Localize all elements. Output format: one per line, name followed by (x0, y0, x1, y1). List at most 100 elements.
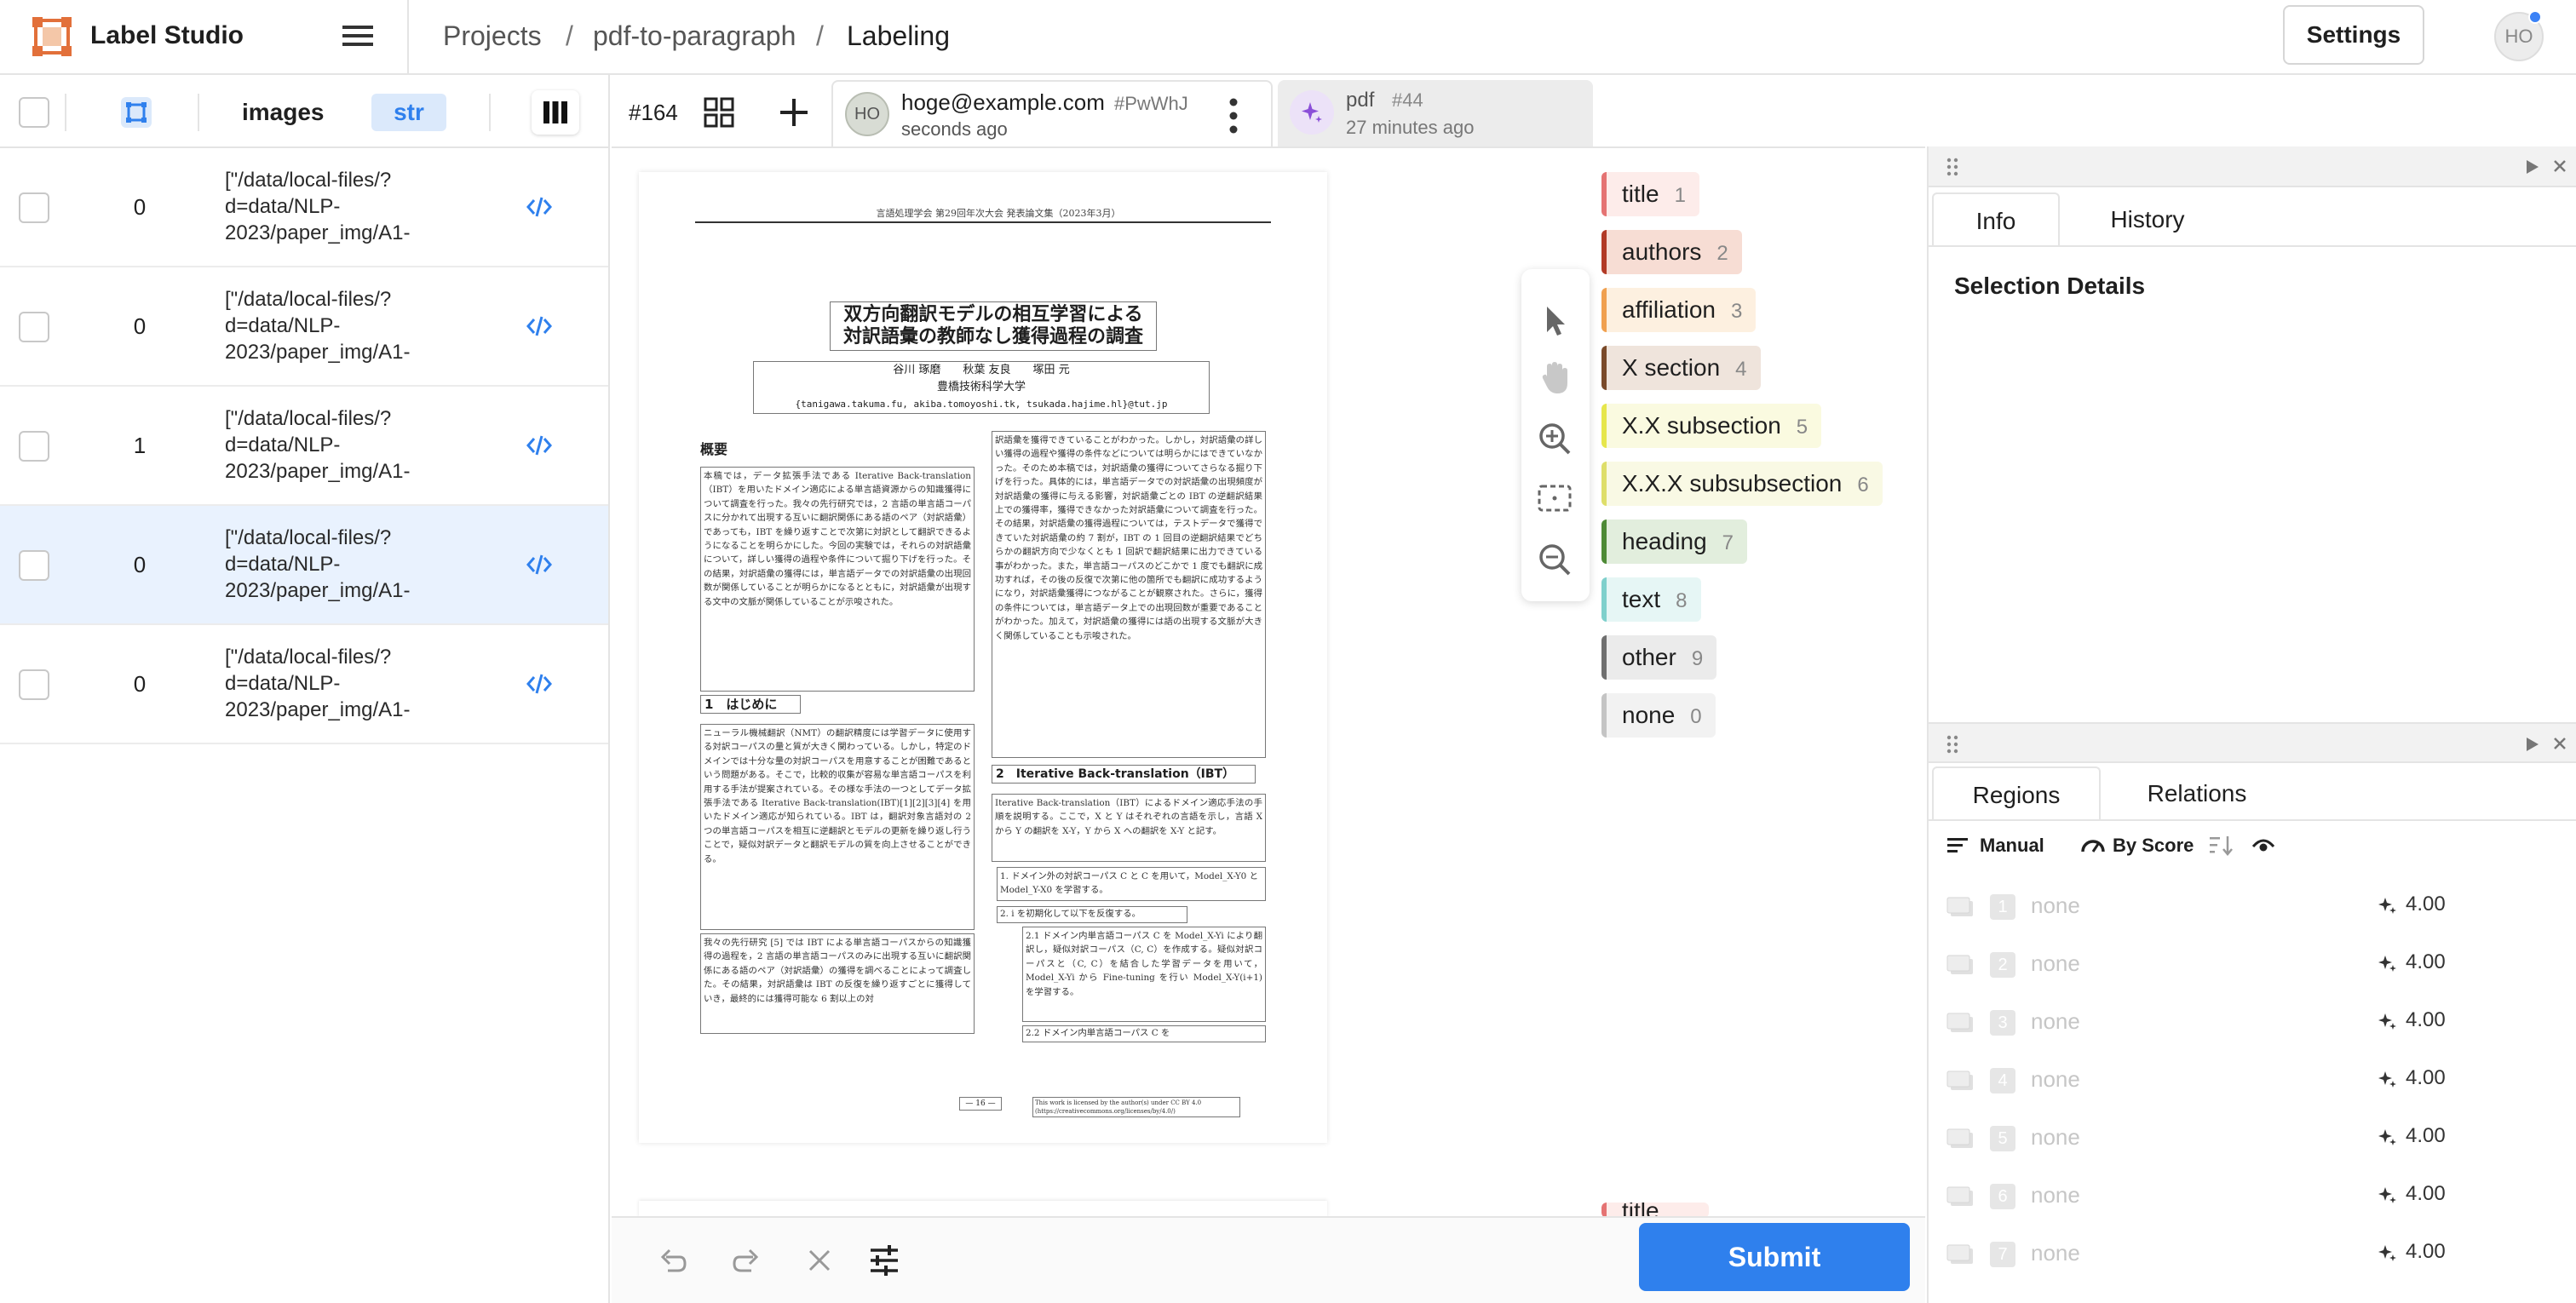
doc-license[interactable]: This work is licensed by the author(s) u… (1032, 1097, 1240, 1117)
label-x-x-subsection[interactable]: X.X subsection 5 (1601, 404, 1822, 448)
region-row[interactable]: 1 none 4.00 (1929, 877, 2576, 935)
menu-icon[interactable] (341, 20, 375, 51)
zoom-in-icon[interactable] (1535, 419, 1574, 458)
score-gauge-icon[interactable] (2080, 835, 2106, 855)
label-other[interactable]: other 9 (1601, 635, 1717, 680)
region-label: none (2031, 1182, 2080, 1208)
row-checkbox[interactable] (19, 550, 49, 581)
reset-icon[interactable] (806, 1247, 833, 1274)
code-icon[interactable] (526, 194, 552, 220)
label-heading[interactable]: heading 7 (1601, 519, 1748, 564)
annotation-tab[interactable]: HO hoge@example.com #PwWhJ seconds ago (831, 80, 1273, 146)
order-manual[interactable]: Manual (1980, 833, 2044, 858)
info-panel-header[interactable] (1929, 146, 2576, 187)
doc-section2-heading[interactable]: 2 Iterative Back-translation（IBT） (992, 765, 1256, 784)
tab-history[interactable]: History (2075, 192, 2220, 247)
label-text[interactable]: text 8 (1601, 577, 1701, 622)
label-studio-logo-icon[interactable] (32, 17, 72, 56)
doc-step22[interactable]: 2.2 ドメイン内単言語コーパス C を (1022, 1025, 1266, 1042)
sort-direction-icon[interactable] (2210, 835, 2234, 857)
tab-regions[interactable]: Regions (1932, 766, 2101, 821)
column-id-icon[interactable] (121, 97, 152, 128)
collapse-icon[interactable] (2525, 158, 2540, 175)
doc-section2-text[interactable]: Iterative Back-translation（IBT）によるドメイン適応… (992, 794, 1266, 862)
sort-by-score[interactable]: By Score (2113, 833, 2194, 858)
doc-abstract[interactable]: 本稿では，データ拡張手法である Iterative Back-translati… (700, 467, 975, 692)
doc-section1-text[interactable]: ニューラル機械翻訳（NMT）の翻訳精度には学習データに使用する対訳コーパスの量と… (700, 724, 975, 930)
regions-panel-header[interactable] (1929, 722, 2576, 763)
pan-hand-icon[interactable] (1535, 358, 1574, 397)
more-options-icon[interactable] (1228, 97, 1239, 135)
task-row[interactable]: 0 ["/data/local-files/?d=data/NLP-2023/pa… (0, 267, 608, 387)
doc-step1[interactable]: 1. ドメイン外の対訳コーパス C と C を用いて，Model_X-Y0 と … (997, 867, 1266, 901)
task-row[interactable]: 1 ["/data/local-files/?d=data/NLP-2023/pa… (0, 387, 608, 506)
label-color-bar (1601, 693, 1607, 738)
doc-right-column-text[interactable]: 訳語彙を獲得できていることがわかった。しかし，対訳語彙の詳しい獲得の過程や獲得の… (992, 431, 1266, 758)
pointer-tool-icon[interactable] (1535, 300, 1574, 339)
type-badge[interactable]: str (371, 94, 446, 131)
task-row[interactable]: 0 ["/data/local-files/?d=data/NLP-2023/pa… (0, 148, 608, 267)
label-name: X section (1622, 354, 1721, 381)
code-icon[interactable] (526, 433, 552, 458)
label-affiliation[interactable]: affiliation 3 (1601, 288, 1757, 332)
submit-button[interactable]: Submit (1639, 1223, 1910, 1291)
region-row[interactable]: 4 none 4.00 (1929, 1051, 2576, 1109)
image-path: ["/data/local-files/?d=data/NLP-2023/pap… (225, 526, 411, 602)
visibility-eye-icon[interactable] (2252, 838, 2274, 855)
redo-icon[interactable] (731, 1245, 762, 1276)
label-title[interactable]: title 1 (1601, 172, 1699, 216)
doc-step21[interactable]: 2.1 ドメイン内単言語コーパス C を Model_X-Yi により翻訳し，疑… (1022, 927, 1266, 1022)
label-none[interactable]: none 0 (1601, 693, 1716, 738)
label-x-section[interactable]: X section 4 (1601, 346, 1761, 390)
region-row[interactable]: 6 none 4.00 (1929, 1167, 2576, 1225)
code-icon[interactable] (526, 552, 552, 577)
breadcrumb-project[interactable]: pdf-to-paragraph (593, 19, 796, 53)
region-row[interactable]: 5 none 4.00 (1929, 1109, 2576, 1167)
settings-sliders-icon[interactable] (867, 1243, 901, 1277)
doc-affiliation: 豊橋技術科学大学 (936, 381, 1026, 393)
add-annotation-icon[interactable] (779, 97, 809, 128)
grid-view-icon[interactable] (704, 97, 734, 128)
region-index: 6 (1990, 1184, 2015, 1209)
zoom-to-fit-icon[interactable] (1535, 479, 1574, 518)
region-row[interactable]: 2 none 4.00 (1929, 935, 2576, 993)
doc-step2[interactable]: 2. i を初期化して以下を反復する。 (997, 906, 1187, 923)
doc-section1-text2[interactable]: 我々の先行研究 [5] では IBT による単言語コーパスからの知識獲得の過程を… (700, 933, 975, 1034)
drag-handle-icon[interactable] (1946, 157, 1959, 177)
divider (489, 94, 491, 131)
undo-icon[interactable] (658, 1245, 688, 1276)
row-checkbox[interactable] (19, 669, 49, 700)
columns-button[interactable] (532, 90, 579, 135)
label-color-bar (1601, 230, 1607, 274)
settings-button[interactable]: Settings (2283, 5, 2424, 65)
region-row[interactable]: 3 none 4.00 (1929, 993, 2576, 1051)
drag-handle-icon[interactable] (1946, 734, 1959, 755)
zoom-out-icon[interactable] (1535, 540, 1574, 579)
region-row[interactable]: 7 none 4.00 (1929, 1225, 2576, 1283)
tab-info[interactable]: Info (1932, 192, 2060, 247)
row-checkbox[interactable] (19, 192, 49, 223)
list-order-icon[interactable] (1947, 836, 1969, 855)
code-icon[interactable] (526, 313, 552, 339)
detach-icon[interactable] (2552, 158, 2567, 175)
label-authors[interactable]: authors 2 (1601, 230, 1742, 274)
document-page[interactable]: 言語処理学会 第29回年次大会 発表論文集（2023年3月） 双方向翻訳モデルの… (639, 172, 1327, 1143)
row-checkbox[interactable] (19, 312, 49, 342)
label-hotkey: 9 (1691, 647, 1704, 670)
task-row[interactable]: 0 ["/data/local-files/?d=data/NLP-2023/pa… (0, 625, 608, 744)
doc-page-number[interactable]: — 16 — (959, 1097, 1002, 1111)
label-name: heading (1622, 528, 1707, 554)
row-checkbox[interactable] (19, 431, 49, 462)
column-images[interactable]: images (242, 95, 325, 129)
code-icon[interactable] (526, 671, 552, 697)
doc-section1-heading[interactable]: 1 はじめに (700, 695, 801, 714)
collapse-icon[interactable] (2525, 736, 2540, 753)
region-image-icon (1946, 1128, 1973, 1148)
select-all-checkbox[interactable] (19, 97, 49, 128)
prediction-tab[interactable]: pdf #44 27 minutes ago (1278, 80, 1593, 146)
detach-icon[interactable] (2552, 736, 2567, 753)
task-row[interactable]: 0 ["/data/local-files/?d=data/NLP-2023/pa… (0, 506, 608, 625)
breadcrumb-projects[interactable]: Projects (443, 19, 542, 53)
label-x-x-x-subsubsection[interactable]: X.X.X subsubsection 6 (1601, 462, 1883, 506)
tab-relations[interactable]: Relations (2116, 766, 2278, 821)
